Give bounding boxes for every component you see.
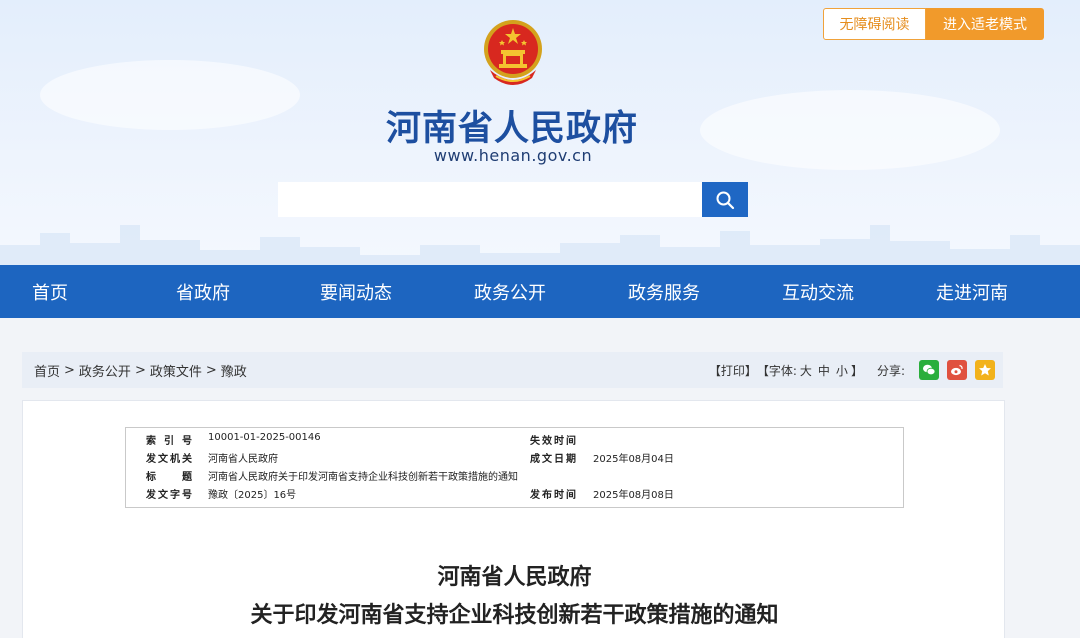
qzone-icon bbox=[978, 363, 992, 377]
index-number-label: 索 引 号 bbox=[146, 432, 192, 447]
print-button[interactable]: 【打印】 bbox=[709, 362, 757, 379]
nav-item-home[interactable]: 首页 bbox=[32, 265, 68, 318]
written-date-label: 成文日期 bbox=[530, 450, 576, 465]
wechat-share-button[interactable] bbox=[919, 360, 939, 380]
document-title: 关于印发河南省支持企业科技创新若干政策措施的通知 bbox=[23, 597, 1006, 629]
publish-time-label: 发布时间 bbox=[530, 486, 576, 501]
metadata-row: 发文机关 河南省人民政府 成文日期 2025年08月04日 bbox=[126, 450, 905, 468]
metadata-row: 发文字号 豫政〔2025〕16号 发布时间 2025年08月08日 bbox=[126, 486, 905, 504]
search-input[interactable] bbox=[278, 182, 702, 217]
publish-time-value: 2025年08月08日 bbox=[593, 486, 674, 501]
weibo-share-button[interactable] bbox=[947, 360, 967, 380]
nav-item-government-affairs-disclosure[interactable]: 政务公开 bbox=[474, 265, 546, 318]
font-size-small-button[interactable]: 小 bbox=[836, 362, 848, 379]
nav-item-province-government[interactable]: 省政府 bbox=[176, 265, 230, 318]
national-emblem-icon bbox=[482, 18, 544, 88]
main-nav: 首页 省政府 要闻动态 政务公开 政务服务 互动交流 走进河南 bbox=[0, 265, 1080, 318]
title-value: 河南省人民政府关于印发河南省支持企业科技创新若干政策措施的通知 bbox=[208, 468, 518, 483]
issuer-value: 河南省人民政府 bbox=[208, 450, 278, 465]
site-header: 无障碍阅读 进入适老模式 河南省人民政府 www.henan.gov.cn bbox=[0, 0, 1080, 265]
elder-mode-button[interactable]: 进入适老模式 bbox=[926, 8, 1044, 40]
document-number-label: 发文字号 bbox=[146, 486, 192, 501]
breadcrumb-home[interactable]: 首页 bbox=[34, 361, 60, 380]
weibo-icon bbox=[950, 363, 964, 377]
expiry-time-label: 失效时间 bbox=[530, 432, 576, 447]
breadcrumb-separator: > bbox=[206, 363, 217, 378]
breadcrumb-policy-documents[interactable]: 政策文件 bbox=[150, 361, 202, 380]
nav-item-interaction[interactable]: 互动交流 bbox=[782, 265, 854, 318]
index-number-value: 10001-01-2025-00146 bbox=[208, 432, 321, 443]
breadcrumb-yuzheng[interactable]: 豫政 bbox=[221, 361, 247, 380]
accessible-reading-button[interactable]: 无障碍阅读 bbox=[823, 8, 926, 40]
issuer-label: 发文机关 bbox=[146, 450, 192, 465]
nav-item-government-services[interactable]: 政务服务 bbox=[628, 265, 700, 318]
search-button[interactable] bbox=[702, 182, 748, 217]
share-label: 分享: bbox=[877, 362, 905, 379]
breadcrumb-government-affairs[interactable]: 政务公开 bbox=[79, 361, 131, 380]
written-date-value: 2025年08月04日 bbox=[593, 450, 674, 465]
site-title: 河南省人民政府 bbox=[0, 100, 1024, 151]
document-number-value: 豫政〔2025〕16号 bbox=[208, 486, 296, 501]
breadcrumb-bar: 首页 > 政务公开 > 政策文件 > 豫政 【打印】 【字体: 大 中 小 】 … bbox=[22, 352, 1003, 388]
search-bar bbox=[278, 182, 748, 217]
breadcrumb: 首页 > 政务公开 > 政策文件 > 豫政 bbox=[34, 352, 247, 388]
page-tools: 【打印】 【字体: 大 中 小 】 分享: bbox=[709, 352, 995, 388]
site-domain: www.henan.gov.cn bbox=[0, 146, 1026, 165]
nav-item-about-henan[interactable]: 走进河南 bbox=[936, 265, 1008, 318]
font-size-medium-button[interactable]: 中 bbox=[818, 362, 830, 379]
document-metadata-table: 索 引 号 10001-01-2025-00146 失效时间 发文机关 河南省人… bbox=[125, 427, 904, 508]
nav-item-news[interactable]: 要闻动态 bbox=[320, 265, 392, 318]
accessibility-controls: 无障碍阅读 进入适老模式 bbox=[823, 8, 1044, 40]
font-size-suffix: 】 bbox=[851, 362, 863, 379]
wechat-icon bbox=[922, 363, 936, 377]
font-size-prefix: 【字体: bbox=[757, 362, 797, 379]
metadata-row: 索 引 号 10001-01-2025-00146 失效时间 bbox=[126, 432, 905, 450]
font-size-large-button[interactable]: 大 bbox=[800, 362, 812, 379]
document-issuer-heading: 河南省人民政府 bbox=[23, 559, 1006, 591]
breadcrumb-separator: > bbox=[64, 363, 75, 378]
title-label: 标 题 bbox=[146, 468, 192, 483]
search-icon bbox=[715, 190, 735, 210]
metadata-row: 标 题 河南省人民政府关于印发河南省支持企业科技创新若干政策措施的通知 bbox=[126, 468, 905, 486]
article-content: 索 引 号 10001-01-2025-00146 失效时间 发文机关 河南省人… bbox=[22, 400, 1005, 638]
breadcrumb-separator: > bbox=[135, 363, 146, 378]
qzone-share-button[interactable] bbox=[975, 360, 995, 380]
